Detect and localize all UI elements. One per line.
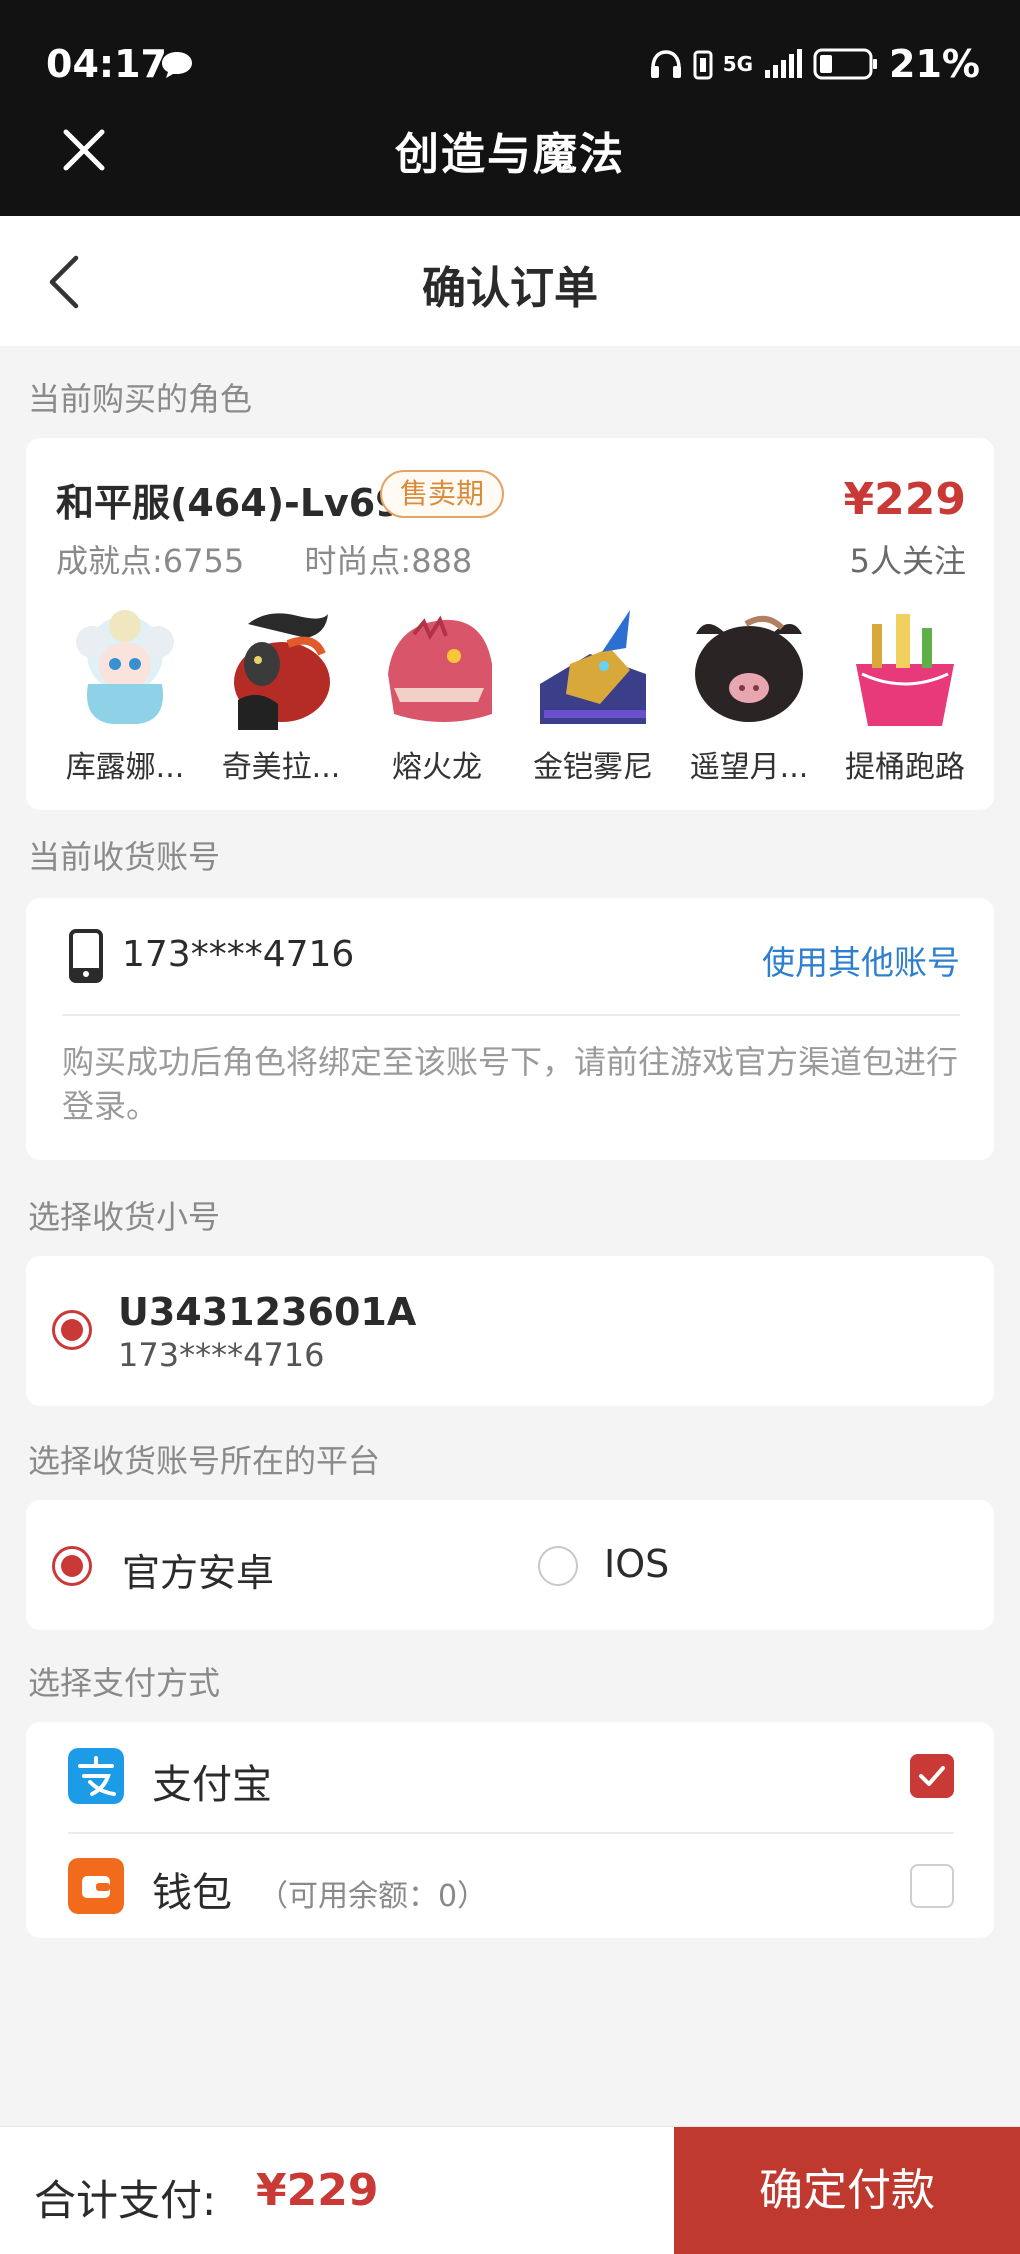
chimera-pet-icon bbox=[218, 604, 344, 730]
payment-card: 支付宝 钱包 （可用余额：0） bbox=[26, 1722, 994, 1938]
wallet-checkbox[interactable] bbox=[910, 1864, 954, 1908]
alipay-checkbox-checked-icon[interactable] bbox=[910, 1754, 954, 1798]
pet-name: 奇美拉... bbox=[221, 750, 341, 785]
subaccount-radio[interactable] bbox=[52, 1310, 92, 1350]
headphones-icon bbox=[650, 50, 681, 78]
vibrate-icon bbox=[693, 50, 713, 80]
role-stats: 成就点:6755 时尚点:888 bbox=[56, 536, 522, 582]
platform-option-ios[interactable]: IOS bbox=[604, 1542, 669, 1586]
total-amount: ¥229 bbox=[256, 2165, 379, 2216]
pet-name: 熔火龙 bbox=[392, 750, 482, 785]
payment-label: 支付宝 bbox=[152, 1762, 272, 1808]
title-bar: 创造与魔法 bbox=[0, 100, 1020, 216]
pet-name: 金铠雾尼 bbox=[533, 750, 653, 785]
pet-name: 遥望月... bbox=[689, 750, 809, 785]
role-price: ¥229 bbox=[843, 474, 966, 525]
account-number: 173****4716 bbox=[122, 934, 355, 975]
alipay-icon bbox=[68, 1748, 124, 1804]
phone-icon bbox=[69, 929, 103, 983]
pet-item[interactable]: 金铠雾尼 bbox=[518, 604, 668, 786]
divider bbox=[62, 1014, 960, 1016]
lava-dragon-pet-icon bbox=[374, 604, 500, 730]
fashion-points: 时尚点:888 bbox=[304, 542, 473, 580]
platform-card: 官方安卓 IOS bbox=[26, 1500, 994, 1630]
section-label-account: 当前收货账号 bbox=[28, 838, 221, 876]
pet-item[interactable]: 库露娜... bbox=[50, 604, 200, 786]
status-indicators: 5G 21% bbox=[649, 42, 980, 86]
use-other-account-link[interactable]: 使用其他账号 bbox=[762, 936, 960, 984]
payment-option-wallet[interactable]: 钱包 （可用余额：0） bbox=[152, 1860, 487, 1918]
pet-item[interactable]: 熔火龙 bbox=[362, 604, 512, 786]
payment-label: 钱包 bbox=[152, 1870, 232, 1916]
subaccount-id: U343123601A bbox=[118, 1290, 417, 1334]
payment-option-alipay[interactable]: 支付宝 bbox=[152, 1752, 272, 1810]
subaccount-phone: 173****4716 bbox=[118, 1336, 325, 1374]
wallet-icon bbox=[68, 1858, 124, 1914]
golden-armor-pet-icon bbox=[530, 604, 656, 730]
followers-count: 5人关注 bbox=[849, 542, 966, 580]
sale-status-badge: 售卖期 bbox=[380, 470, 505, 518]
account-binding-note: 购买成功后角色将绑定至该账号下，请前往游戏官方渠道包进行登录。 bbox=[62, 1043, 959, 1125]
account-card: 173****4716 使用其他账号 购买成功后角色将绑定至该账号下，请前往游戏… bbox=[26, 898, 994, 1160]
platform-radio-ios[interactable] bbox=[538, 1546, 578, 1586]
wallet-balance: （可用余额：0） bbox=[258, 1879, 488, 1914]
bucket-pet-icon bbox=[842, 604, 968, 730]
platform-radio-android[interactable] bbox=[52, 1546, 92, 1586]
achievement-points: 成就点:6755 bbox=[56, 542, 245, 580]
pet-list: 库露娜... 奇美拉... 熔火龙 金铠雾尼 遥望月... 提桶跑路 bbox=[50, 604, 980, 786]
chat-bubble-icon bbox=[162, 52, 192, 78]
divider bbox=[68, 1832, 954, 1834]
section-label-payment: 选择支付方式 bbox=[28, 1664, 221, 1702]
pet-name: 提桶跑路 bbox=[845, 750, 965, 785]
app-title: 创造与魔法 bbox=[395, 129, 625, 180]
pet-name: 库露娜... bbox=[65, 750, 185, 785]
signal-icon bbox=[765, 49, 803, 78]
total-label: 合计支付: bbox=[34, 2176, 217, 2225]
section-label-role: 当前购买的角色 bbox=[28, 380, 253, 418]
page-header: 确认订单 bbox=[0, 216, 1020, 346]
network-type: 5G bbox=[722, 52, 754, 76]
section-label-platform: 选择收货账号所在的平台 bbox=[28, 1442, 381, 1480]
platform-option-android[interactable]: 官方安卓 bbox=[122, 1542, 274, 1597]
section-label-subaccount: 选择收货小号 bbox=[28, 1198, 221, 1236]
kuluna-pet-icon bbox=[62, 604, 188, 730]
role-name: 和平服(464)-Lv69 bbox=[56, 481, 402, 525]
battery-level: 21% bbox=[889, 42, 980, 86]
role-card: 和平服(464)-Lv69 售卖期 ¥229 成就点:6755 时尚点:888 … bbox=[26, 438, 994, 810]
status-time: 04:17 bbox=[46, 42, 167, 86]
pet-item[interactable]: 奇美拉... bbox=[206, 604, 356, 786]
page-title: 确认订单 bbox=[422, 263, 598, 314]
pet-item[interactable]: 遥望月... bbox=[674, 604, 824, 786]
moon-pig-pet-icon bbox=[686, 604, 812, 730]
bottom-bar: 合计支付: ¥229 确定付款 bbox=[0, 2126, 1020, 2254]
subaccount-card[interactable]: U343123601A 173****4716 bbox=[26, 1256, 994, 1406]
confirm-payment-button[interactable]: 确定付款 bbox=[674, 2127, 1020, 2254]
pet-item[interactable]: 提桶跑路 bbox=[830, 604, 980, 786]
battery-icon bbox=[813, 48, 878, 80]
